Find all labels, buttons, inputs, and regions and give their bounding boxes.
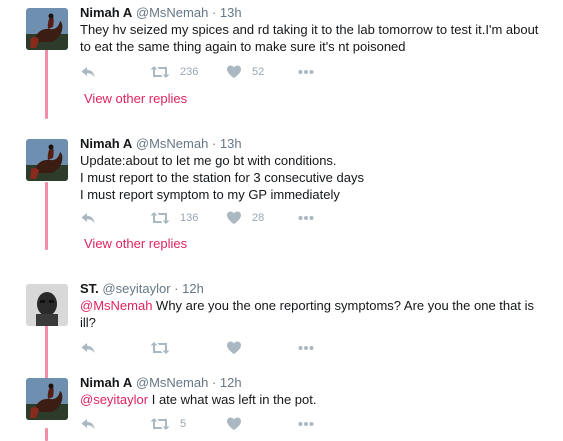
retweet-button[interactable]: 136 [150, 210, 198, 226]
tweet-header: Nimah A @MsNemah · 13h [80, 5, 242, 21]
retweet-count: 136 [180, 212, 199, 224]
separator: · [211, 136, 217, 151]
tweet-text-line: Update:about to let me go bt with condit… [80, 153, 337, 168]
tweet-text-line: I must report symptom to my GP immediate… [80, 187, 340, 202]
more-button[interactable] [298, 64, 314, 80]
tweet-text-line: @MsNemah Why are you the one reporting s… [80, 297, 550, 314]
tweet-text: @MsNemah Why are you the one reporting s… [80, 297, 550, 331]
avatar[interactable] [26, 284, 68, 326]
reply-icon [80, 64, 96, 80]
tweet-text: Update:about to let me go bt with condit… [80, 152, 550, 203]
retweet-icon [150, 64, 170, 80]
tweet-text-line: They hv seized my spices and rd taking i… [80, 22, 539, 37]
tweet-actions: 236 52 [80, 64, 380, 80]
timestamp[interactable]: 12h [182, 281, 204, 296]
tweet-actions [80, 340, 380, 356]
more-dots-icon [298, 345, 314, 351]
display-name[interactable]: Nimah A [80, 136, 132, 151]
retweet-button[interactable] [150, 340, 180, 356]
tweet-header: Nimah A @MsNemah · 13h [80, 136, 242, 152]
more-button[interactable] [298, 210, 314, 226]
more-dots-icon [298, 69, 314, 75]
like-count: 28 [252, 212, 265, 224]
timestamp[interactable]: 13h [220, 136, 242, 151]
separator: · [211, 5, 217, 20]
avatar[interactable] [26, 139, 68, 181]
more-dots-icon [298, 215, 314, 221]
separator: · [211, 375, 217, 390]
reply-icon [80, 340, 96, 356]
avatar[interactable] [26, 378, 68, 420]
heart-icon [226, 340, 242, 356]
user-handle[interactable]: @seyitaylor [102, 281, 170, 296]
like-button[interactable]: 28 [226, 210, 264, 226]
heart-icon [226, 210, 242, 226]
tweet[interactable]: Nimah A @MsNemah · 13h They hv seized my… [0, 5, 563, 115]
like-count: 52 [252, 66, 265, 78]
reply-button[interactable] [80, 416, 96, 432]
tweet-actions: 136 28 [80, 210, 380, 226]
like-button[interactable] [226, 416, 252, 432]
tweet-text-line: @seyitaylor I ate what was left in the p… [80, 391, 550, 408]
tweet[interactable]: ST. @seyitaylor · 12h @MsNemah Why are y… [0, 281, 563, 356]
display-name[interactable]: Nimah A [80, 375, 132, 390]
timestamp[interactable]: 13h [220, 5, 242, 20]
more-button[interactable] [298, 416, 314, 432]
user-handle[interactable]: @MsNemah [136, 136, 208, 151]
user-handle[interactable]: @MsNemah [136, 375, 208, 390]
retweet-icon [150, 210, 170, 226]
more-dots-icon [298, 421, 314, 427]
timestamp[interactable]: 12h [220, 375, 242, 390]
view-other-replies-link[interactable]: View other replies [84, 91, 187, 106]
reply-icon [80, 416, 96, 432]
tweet-text-fragment: I ate what was left in the pot. [148, 392, 317, 407]
tweet-text: They hv seized my spices and rd taking i… [80, 21, 550, 55]
display-name[interactable]: Nimah A [80, 5, 132, 20]
retweet-count: 5 [180, 418, 187, 430]
tweet-text-line: to eat the same thing again to make sure… [80, 39, 406, 54]
avatar[interactable] [26, 8, 68, 50]
retweet-button[interactable]: 236 [150, 64, 198, 80]
heart-icon [226, 64, 242, 80]
separator: · [174, 281, 179, 296]
user-handle[interactable]: @MsNemah [136, 5, 208, 20]
retweet-icon [150, 340, 170, 356]
more-button[interactable] [298, 340, 314, 356]
view-other-replies-link[interactable]: View other replies [84, 236, 187, 251]
tweet-text-line: I must report to the station for 3 conse… [80, 170, 364, 185]
mention-link[interactable]: @seyitaylor [80, 392, 148, 407]
tweet-text-line: ill? [80, 315, 96, 330]
tweet-header: Nimah A @MsNemah · 12h [80, 375, 242, 391]
reply-button[interactable] [80, 340, 96, 356]
retweet-count: 236 [180, 66, 199, 78]
tweet-header: ST. @seyitaylor · 12h [80, 281, 204, 297]
reply-button[interactable] [80, 210, 96, 226]
retweet-icon [150, 416, 170, 432]
tweet[interactable]: Nimah A @MsNemah · 12h @seyitaylor I ate… [0, 375, 563, 441]
mention-link[interactable]: @MsNemah [80, 298, 152, 313]
heart-icon [226, 416, 242, 432]
tweet-actions: 5 [80, 416, 380, 432]
like-button[interactable] [226, 340, 252, 356]
retweet-button[interactable]: 5 [150, 416, 186, 432]
reply-button[interactable] [80, 64, 96, 80]
tweet[interactable]: Nimah A @MsNemah · 13h Update:about to l… [0, 136, 563, 256]
tweet-text-fragment: Why are you the one reporting symptoms? … [152, 298, 534, 313]
tweet-text: @seyitaylor I ate what was left in the p… [80, 391, 550, 408]
display-name[interactable]: ST. [80, 281, 99, 296]
like-button[interactable]: 52 [226, 64, 264, 80]
reply-icon [80, 210, 96, 226]
